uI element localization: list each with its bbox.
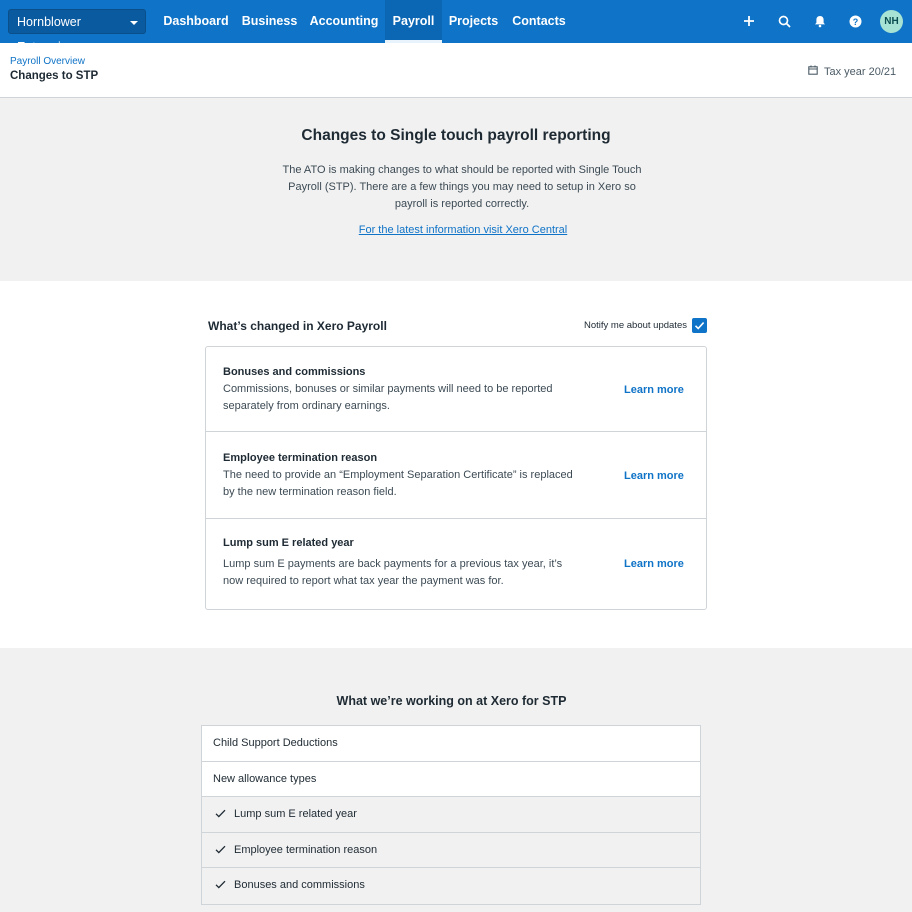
top-nav: Hornblower Enterprises Dashboard Busines… (0, 0, 912, 54)
nav-accounting[interactable]: Accounting (303, 0, 385, 43)
avatar[interactable]: NH (880, 10, 903, 33)
notify-checkbox[interactable] (692, 318, 707, 333)
bell-icon[interactable] (810, 11, 830, 31)
change-title: Lump sum E related year (223, 537, 354, 549)
plus-icon[interactable] (739, 11, 759, 31)
page-header: Payroll Overview Changes to STP Tax year… (0, 43, 912, 98)
list-item-label: New allowance types (213, 772, 317, 785)
tax-year-selector[interactable]: Tax year 20/21 (808, 65, 896, 78)
working-panel: What we’re working on at Xero for STP Ch… (0, 648, 912, 912)
list-item: New allowance types (202, 761, 700, 797)
change-title: Employee termination reason (223, 452, 378, 464)
change-row: Bonuses and commissions Commissions, bon… (206, 347, 706, 432)
breadcrumb[interactable]: Payroll Overview (10, 56, 85, 67)
caret-down-icon (130, 21, 138, 25)
checkmark-icon (215, 809, 226, 818)
intro-panel: Changes to Single touch payroll reportin… (0, 98, 912, 281)
intro-body: The ATO is making changes to what should… (282, 164, 642, 210)
working-title: What we’re working on at Xero for STP (336, 694, 567, 708)
change-description: Commissions, bonuses or similar payments… (223, 383, 553, 412)
list-item-label: Child Support Deductions (213, 737, 338, 749)
calendar-icon (808, 65, 818, 78)
list-item: Child Support Deductions (202, 726, 700, 762)
change-row: Lump sum E related year Lump sum E payme… (206, 519, 706, 609)
list-item: Bonuses and commissions (202, 868, 700, 904)
checkmark-icon (215, 845, 226, 854)
change-row: Employee termination reason The need to … (206, 432, 706, 519)
checkmark-icon (215, 880, 226, 889)
org-switcher[interactable]: Hornblower Enterprises (8, 9, 146, 54)
notify-label: Notify me about updates (584, 320, 687, 331)
change-title: Bonuses and commissions (223, 366, 366, 378)
changes-title: What’s changed in Xero Payroll (208, 319, 387, 333)
svg-text:?: ? (852, 17, 858, 27)
list-item-label: Bonuses and commissions (234, 879, 365, 891)
intro-heading: Changes to Single touch payroll reportin… (301, 127, 611, 144)
nav-projects[interactable]: Projects (442, 0, 505, 43)
search-icon[interactable] (774, 11, 794, 31)
learn-more-link[interactable]: Learn more (624, 384, 684, 396)
list-item: Employee termination reason (202, 832, 700, 868)
nav-contacts[interactable]: Contacts (505, 0, 573, 43)
list-item: Lump sum E related year (202, 797, 700, 833)
help-icon[interactable]: ? (845, 11, 865, 31)
list-item-label: Lump sum E related year (234, 808, 357, 820)
working-list: Child Support Deductions New allowance t… (201, 725, 701, 905)
changes-card: Bonuses and commissions Commissions, bon… (205, 346, 707, 610)
learn-more-link[interactable]: Learn more (624, 558, 684, 570)
nav-payroll[interactable]: Payroll (385, 0, 442, 43)
xero-central-link[interactable]: For the latest information visit Xero Ce… (0, 224, 912, 236)
list-item-label: Employee termination reason (234, 843, 378, 856)
nav-dashboard[interactable]: Dashboard (156, 0, 236, 43)
learn-more-link[interactable]: Learn more (624, 470, 684, 482)
page-title: Changes to STP (10, 70, 99, 82)
tax-year-label: Tax year 20/21 (824, 65, 897, 78)
nav-business[interactable]: Business (236, 0, 303, 43)
change-description: The need to provide an “Employment Separ… (223, 469, 573, 498)
check-icon (694, 322, 705, 330)
change-description: Lump sum E payments are back payments fo… (223, 558, 563, 587)
